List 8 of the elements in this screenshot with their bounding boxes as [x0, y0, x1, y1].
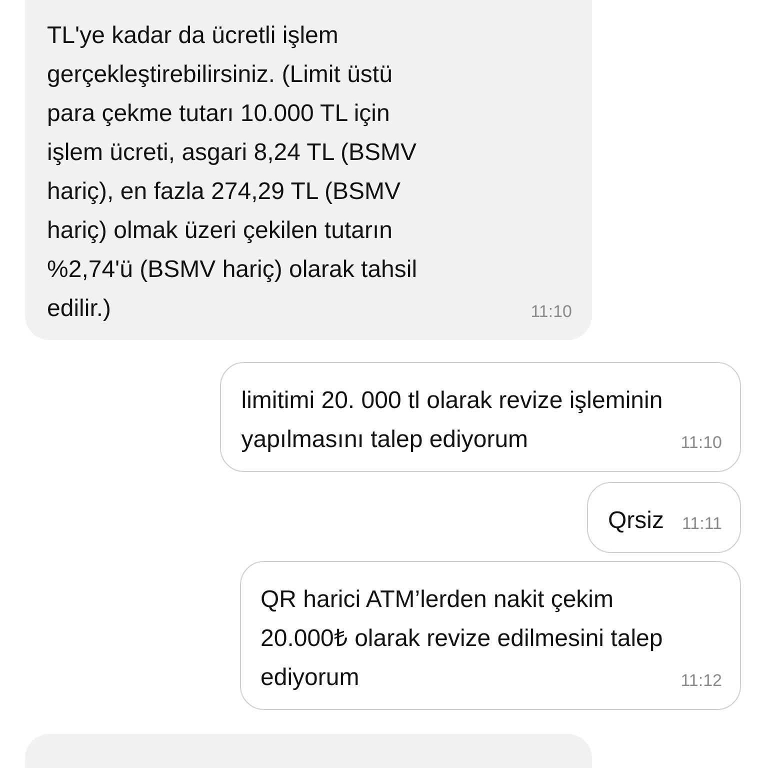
message-text: TL'ye kadar da ücretli işlem gerçekleştirebilirsiniz. (Limit üstü para çekme tutarı 10.000 TL için işlem ücreti, asgari 8,24 TL (BSMV hariç), en fazla 274,29 TL (BSMV hariç) olmak üzeri çekilen tutarın %2,74'ü (BSMV hariç) olarak tahsil edilir.)	[47, 21, 418, 324]
message-text: QR harici ATM’lerden nakit çekim 20.000₺ olarak revize edilmesini talep ediyorum	[260, 585, 663, 693]
message-text: Qrsiz	[608, 506, 664, 536]
message-time: 11:12	[680, 670, 722, 692]
message-time: 11:10	[680, 432, 722, 454]
message-time: 11:10	[530, 301, 572, 323]
message-time: 11:11	[682, 513, 722, 535]
message-text: limitimi 20. 000 tl olarak revize işleminin yapılmasını talep ediyorum	[241, 386, 663, 455]
